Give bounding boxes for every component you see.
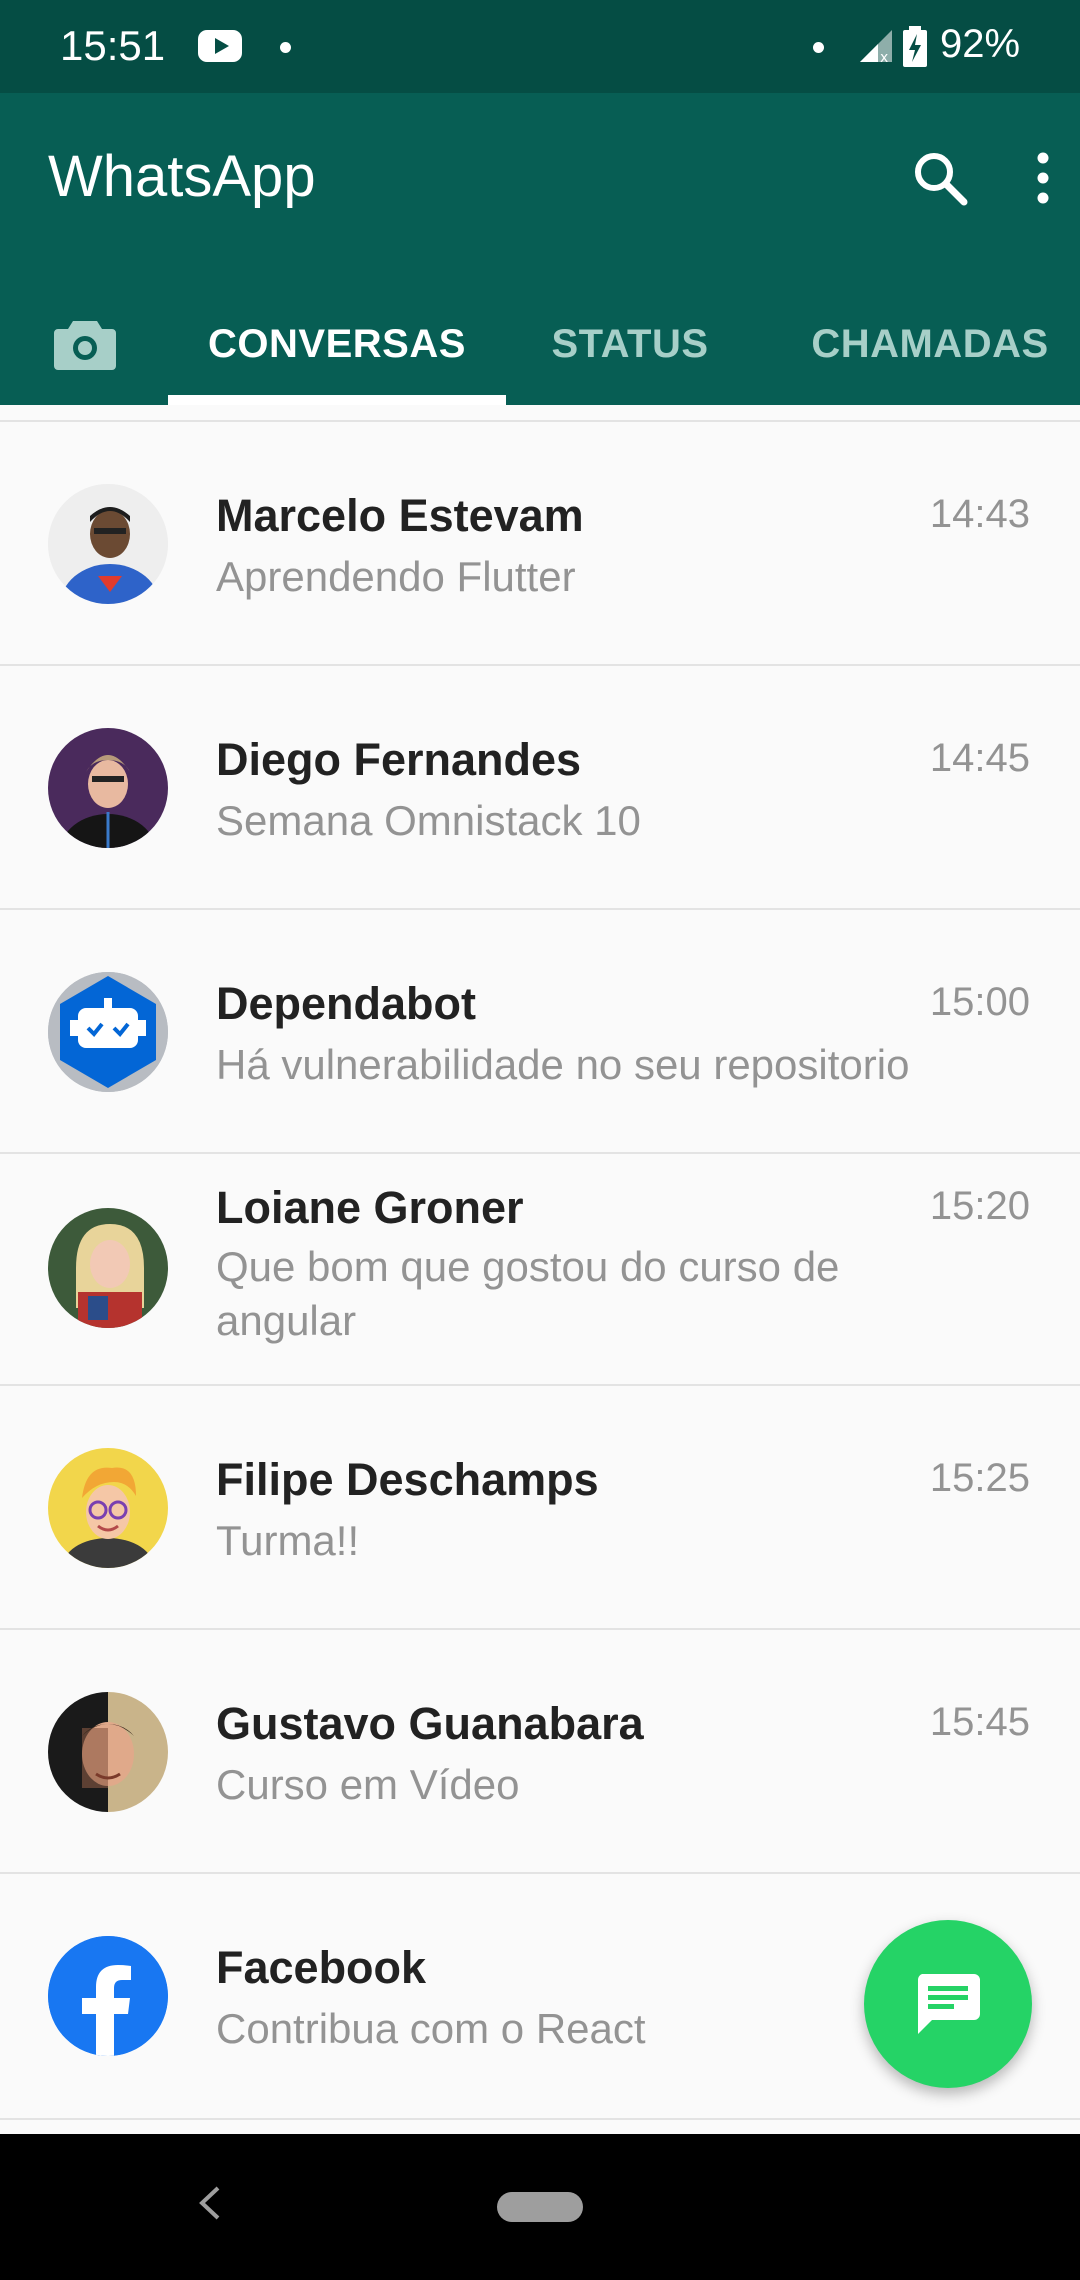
signal-icon: x: [860, 30, 892, 64]
back-icon[interactable]: [190, 2178, 230, 2228]
avatar: [48, 1692, 168, 1812]
chat-time: 15:00: [929, 980, 1030, 1024]
chat-item[interactable]: Diego Fernandes 14:45 Semana Omnistack 1…: [0, 664, 1080, 910]
chat-time: 14:43: [929, 492, 1030, 536]
battery-charging-icon: [903, 26, 927, 67]
svg-text:x: x: [880, 50, 888, 64]
chat-last-message: Que bom que gostou do curso de angular: [216, 1243, 840, 1344]
chat-name: Dependabot: [216, 978, 477, 1029]
dot-icon: [813, 42, 824, 53]
avatar: [48, 972, 168, 1092]
chat-last-message: Semana Omnistack 10: [216, 797, 641, 844]
tab-chamadas[interactable]: CHAMADAS: [780, 283, 1080, 405]
battery-percentage: 92%: [940, 22, 1021, 66]
message-icon: [917, 1974, 980, 2034]
status-bar: 15:51 x 92%: [0, 0, 1080, 93]
app-bar: WhatsApp CONVERSAS STATUS CHAMADAS: [0, 93, 1080, 405]
chat-last-message: Contribua com o React: [216, 2005, 646, 2052]
chat-last-message: Curso em Vídeo: [216, 1761, 520, 1808]
chat-item[interactable]: Filipe Deschamps 15:25 Turma!!: [0, 1384, 1080, 1630]
chat-name: Gustavo Guanabara: [216, 1698, 644, 1749]
facebook-logo-icon: [48, 1936, 168, 2056]
tab-bar: CONVERSAS STATUS CHAMADAS: [0, 283, 1080, 405]
notification-dot-icon: [280, 42, 291, 53]
tab-conversas[interactable]: CONVERSAS: [168, 283, 506, 405]
chat-last-message: Turma!!: [216, 1517, 360, 1564]
chat-time: 15:45: [929, 1700, 1030, 1744]
app-title: WhatsApp: [48, 144, 316, 209]
chat-name: Facebook: [216, 1942, 427, 1993]
avatar: [48, 1448, 168, 1568]
camera-icon: [54, 321, 116, 370]
chat-last-message: Aprendendo Flutter: [216, 553, 576, 600]
chat-last-message: Há vulnerabilidade no seu repositorio: [216, 1041, 910, 1088]
chat-name: Diego Fernandes: [216, 734, 582, 785]
chat-name: Marcelo Estevam: [216, 490, 584, 541]
more-vert-icon[interactable]: [1028, 148, 1058, 208]
chat-item[interactable]: Dependabot 15:00 Há vulnerabilidade no s…: [0, 908, 1080, 1154]
youtube-icon: [198, 30, 242, 62]
chat-time: 15:20: [929, 1184, 1030, 1228]
chat-name: Filipe Deschamps: [216, 1454, 599, 1505]
chat-item[interactable]: Loiane Groner 15:20 Que bom que gostou d…: [0, 1152, 1080, 1386]
status-time: 15:51: [60, 22, 166, 69]
chat-time: 14:45: [929, 736, 1030, 780]
system-nav-bar: [0, 2134, 1080, 2280]
home-pill[interactable]: [497, 2192, 583, 2222]
chat-item[interactable]: Gustavo Guanabara 15:45 Curso em Vídeo: [0, 1628, 1080, 1874]
chat-time: 15:25: [929, 1456, 1030, 1500]
chat-name: Loiane Groner: [216, 1182, 524, 1233]
avatar: [48, 484, 168, 604]
tab-camera[interactable]: [30, 283, 140, 405]
tab-status[interactable]: STATUS: [520, 283, 740, 405]
new-chat-button[interactable]: [864, 1920, 1032, 2088]
avatar: [48, 1208, 168, 1328]
search-icon[interactable]: [910, 148, 970, 208]
chat-item[interactable]: Marcelo Estevam 14:43 Aprendendo Flutter: [0, 420, 1080, 666]
tab-indicator: [168, 395, 506, 405]
avatar: [48, 728, 168, 848]
